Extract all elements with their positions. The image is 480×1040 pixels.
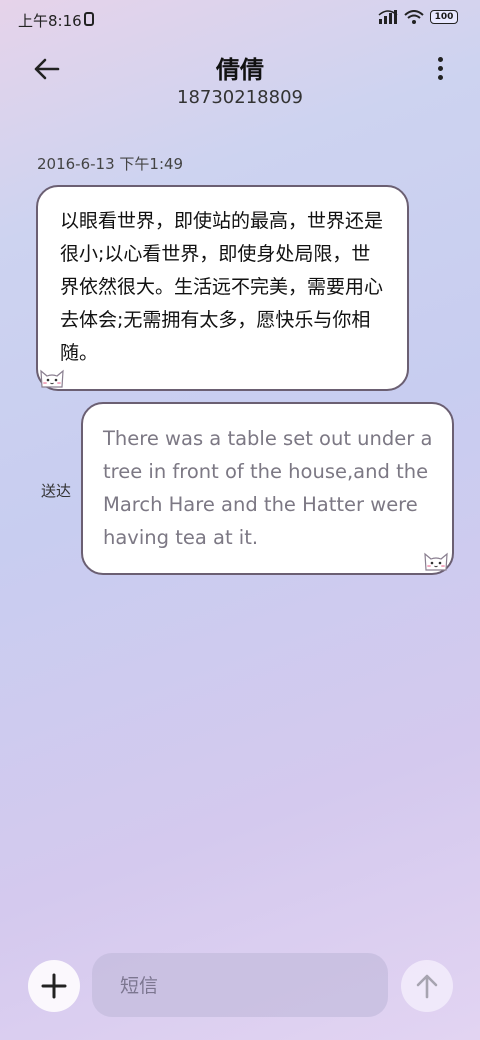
more-vertical-icon	[430, 57, 450, 80]
add-attachment-button[interactable]	[28, 960, 80, 1012]
watch-icon	[84, 12, 94, 26]
message-text: There was a table set out under a tree i…	[103, 427, 433, 549]
delivery-status: 送达	[41, 482, 72, 500]
message-timestamp: 2016-6-13 下午1:49	[37, 155, 184, 173]
message-input[interactable]	[118, 953, 362, 1019]
status-icons: 100	[378, 10, 458, 24]
message-text: 以眼看世界，即使站的最高，世界还是很小;以心看世界，即使身处局限，世界依然很大。…	[60, 210, 384, 364]
contact-name: 倩倩	[216, 56, 264, 84]
send-button[interactable]	[401, 960, 453, 1012]
message-input-container[interactable]	[92, 953, 388, 1019]
incoming-message-bubble[interactable]: 以眼看世界，即使站的最高，世界还是很小;以心看世界，即使身处局限，世界依然很大。…	[36, 185, 409, 391]
cat-sticker-icon	[424, 552, 448, 571]
cat-sticker-icon	[40, 369, 64, 388]
contact-number: 18730218809	[177, 87, 303, 108]
status-time: 上午8:16	[18, 12, 82, 30]
arrow-up-icon	[416, 974, 438, 999]
wifi-icon	[404, 10, 424, 24]
battery-icon: 100	[430, 10, 458, 24]
outgoing-message-bubble[interactable]: There was a table set out under a tree i…	[81, 402, 454, 575]
signal-icon	[378, 10, 398, 24]
plus-icon	[41, 973, 67, 999]
more-options-button[interactable]	[430, 54, 450, 84]
status-bar: 上午8:16 100	[0, 0, 480, 40]
